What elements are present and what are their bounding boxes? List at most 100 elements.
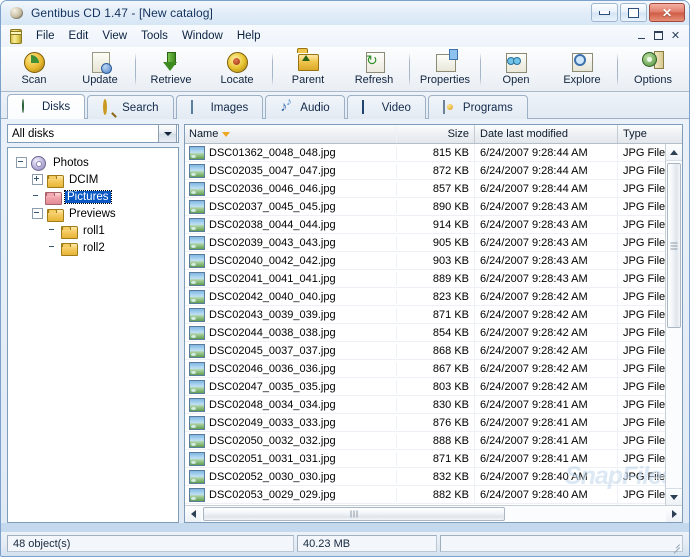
collapse-icon[interactable] bbox=[16, 157, 27, 168]
close-button[interactable]: ✕ bbox=[649, 3, 685, 22]
table-row[interactable]: DSC02050_0032_032.jpg 888 KB 6/24/2007 9:2… bbox=[185, 431, 682, 450]
horizontal-scroll-track[interactable] bbox=[201, 506, 666, 522]
column-header-size-label: Size bbox=[447, 128, 469, 140]
tab-disks[interactable]: Disks bbox=[7, 94, 86, 119]
tree-item-pictures[interactable]: Pictures bbox=[16, 188, 176, 205]
menu-item-edit[interactable]: Edit bbox=[62, 28, 96, 44]
table-row[interactable]: DSC02044_0038_038.jpg 854 KB 6/24/2007 9:2… bbox=[185, 323, 682, 342]
mdi-restore-button[interactable] bbox=[650, 27, 667, 43]
scroll-right-button[interactable] bbox=[666, 506, 682, 522]
table-row[interactable]: DSC02037_0045_045.jpg 890 KB 6/24/2007 9:2… bbox=[185, 197, 682, 216]
minimize-button[interactable] bbox=[591, 3, 618, 22]
tab-search[interactable]: Search bbox=[87, 95, 174, 119]
database-can-icon bbox=[7, 28, 23, 44]
table-row[interactable]: DSC02047_0035_035.jpg 803 KB 6/24/2007 9:2… bbox=[185, 377, 682, 396]
scroll-up-button[interactable] bbox=[666, 144, 682, 161]
tab-programs[interactable]: Programs bbox=[427, 95, 528, 119]
table-row[interactable]: DSC02048_0034_034.jpg 830 KB 6/24/2007 9:2… bbox=[185, 395, 682, 414]
tree-item-roll2[interactable]: roll2 bbox=[16, 239, 176, 256]
menu-item-view[interactable]: View bbox=[95, 28, 134, 44]
table-row[interactable]: DSC02036_0046_046.jpg 857 KB 6/24/2007 9:2… bbox=[185, 179, 682, 198]
table-row[interactable]: DSC02051_0031_031.jpg 871 KB 6/24/2007 9:2… bbox=[185, 449, 682, 468]
folder-tree[interactable]: Photos DCIM Pictures Previews roll1 roll2 bbox=[7, 147, 179, 523]
table-row[interactable]: DSC02046_0036_036.jpg 867 KB 6/24/2007 9:2… bbox=[185, 359, 682, 378]
tree-item-photos[interactable]: Photos bbox=[16, 154, 176, 171]
horizontal-scroll-thumb[interactable] bbox=[203, 507, 505, 521]
mdi-close-button[interactable]: ✕ bbox=[667, 27, 684, 43]
cell-date: 6/24/2007 9:28:43 AM bbox=[475, 197, 618, 216]
column-header-name[interactable]: Name bbox=[185, 125, 397, 143]
cell-name: DSC02047_0035_035.jpg bbox=[185, 379, 397, 394]
collapse-icon[interactable] bbox=[32, 208, 43, 219]
expand-icon[interactable] bbox=[32, 174, 43, 185]
tree-item-dcim[interactable]: DCIM bbox=[16, 171, 176, 188]
open-button[interactable]: Open bbox=[483, 48, 549, 91]
image-file-icon bbox=[189, 325, 205, 340]
cell-date: 6/24/2007 9:28:42 AM bbox=[475, 377, 618, 396]
column-header-type[interactable]: Type bbox=[618, 125, 682, 143]
tab-video[interactable]: Video bbox=[346, 95, 426, 119]
file-name-label: DSC02051_0031_031.jpg bbox=[209, 452, 336, 465]
properties-button[interactable]: Properties bbox=[412, 48, 478, 91]
tree-expander-spacer bbox=[48, 243, 57, 252]
horizontal-scrollbar[interactable] bbox=[185, 505, 682, 522]
scan-button[interactable]: Scan bbox=[1, 48, 67, 91]
table-row[interactable]: DSC01362_0048_048.jpg 815 KB 6/24/2007 9:2… bbox=[185, 144, 682, 162]
image-file-icon bbox=[189, 253, 205, 268]
table-row[interactable]: DSC02040_0042_042.jpg 903 KB 6/24/2007 9:2… bbox=[185, 251, 682, 270]
tab-images[interactable]: Images bbox=[175, 95, 264, 119]
vertical-scroll-track[interactable] bbox=[666, 161, 682, 488]
menu-item-help[interactable]: Help bbox=[230, 28, 268, 44]
update-button[interactable]: Update bbox=[67, 48, 133, 91]
column-header-date[interactable]: Date last modified bbox=[475, 125, 618, 143]
parent-button[interactable]: Parent bbox=[275, 48, 341, 91]
table-row[interactable]: DSC02035_0047_047.jpg 872 KB 6/24/2007 9:2… bbox=[185, 161, 682, 180]
menu-item-tools[interactable]: Tools bbox=[134, 28, 175, 44]
scroll-down-button[interactable] bbox=[666, 488, 682, 505]
table-row[interactable]: DSC02053_0029_029.jpg 882 KB 6/24/2007 9:2… bbox=[185, 485, 682, 504]
column-header-type-label: Type bbox=[623, 128, 647, 140]
scroll-left-button[interactable] bbox=[185, 506, 201, 522]
vertical-scrollbar[interactable] bbox=[665, 144, 682, 505]
options-label: Options bbox=[634, 74, 672, 86]
mdi-minimize-button[interactable] bbox=[633, 27, 650, 43]
image-file-icon bbox=[189, 361, 205, 376]
table-row[interactable]: DSC02039_0043_043.jpg 905 KB 6/24/2007 9:2… bbox=[185, 233, 682, 252]
table-row[interactable]: DSC02042_0040_040.jpg 823 KB 6/24/2007 9:2… bbox=[185, 287, 682, 306]
vertical-scroll-thumb[interactable] bbox=[667, 163, 681, 328]
cell-date: 6/24/2007 9:28:41 AM bbox=[475, 413, 618, 432]
column-header-size[interactable]: Size bbox=[397, 125, 475, 143]
chevron-down-icon[interactable] bbox=[158, 124, 177, 143]
retrieve-button[interactable]: Retrieve bbox=[138, 48, 204, 91]
cell-size: 803 KB bbox=[397, 377, 475, 396]
table-row[interactable]: DSC02049_0033_033.jpg 876 KB 6/24/2007 9:2… bbox=[185, 413, 682, 432]
tree-item-roll1[interactable]: roll1 bbox=[16, 222, 176, 239]
refresh-button[interactable]: Refresh bbox=[341, 48, 407, 91]
maximize-button[interactable] bbox=[620, 3, 647, 22]
refresh-label: Refresh bbox=[354, 74, 394, 86]
cell-name: DSC02046_0036_036.jpg bbox=[185, 361, 397, 376]
table-row[interactable]: DSC02038_0044_044.jpg 914 KB 6/24/2007 9:2… bbox=[185, 215, 682, 234]
locate-button[interactable]: Locate bbox=[204, 48, 270, 91]
file-name-label: DSC02044_0038_038.jpg bbox=[209, 326, 336, 339]
scan-icon bbox=[23, 51, 45, 73]
application-window: Gentibus CD 1.47 - [New catalog] ✕ File … bbox=[0, 0, 690, 557]
properties-label: Properties bbox=[419, 74, 471, 86]
table-row[interactable]: DSC02052_0030_030.jpg 832 KB 6/24/2007 9:2… bbox=[185, 467, 682, 486]
tab-disks-label: Disks bbox=[42, 101, 71, 113]
table-row[interactable]: DSC02045_0037_037.jpg 868 KB 6/24/2007 9:2… bbox=[185, 341, 682, 360]
menu-item-window[interactable]: Window bbox=[175, 28, 230, 44]
disk-filter-dropdown[interactable]: All disks bbox=[7, 124, 179, 143]
tree-item-previews[interactable]: Previews bbox=[16, 205, 176, 222]
tab-audio[interactable]: Audio bbox=[265, 95, 345, 119]
file-name-label: DSC02041_0041_041.jpg bbox=[209, 272, 336, 285]
explore-button[interactable]: Explore bbox=[549, 48, 615, 91]
table-row[interactable]: DSC02043_0039_039.jpg 871 KB 6/24/2007 9:2… bbox=[185, 305, 682, 324]
table-row[interactable]: DSC02041_0041_041.jpg 889 KB 6/24/2007 9:2… bbox=[185, 269, 682, 288]
resize-grip-icon[interactable] bbox=[670, 540, 680, 550]
table-row[interactable]: DSC02054_0028_028.jpg846 KB6/24/2007 9:2… bbox=[185, 503, 682, 505]
menu-item-file[interactable]: File bbox=[29, 28, 62, 44]
explore-label: Explore bbox=[563, 74, 601, 86]
cell-date: 6/24/2007 9:28:40 AM bbox=[475, 503, 618, 505]
options-button[interactable]: Options bbox=[620, 48, 686, 91]
